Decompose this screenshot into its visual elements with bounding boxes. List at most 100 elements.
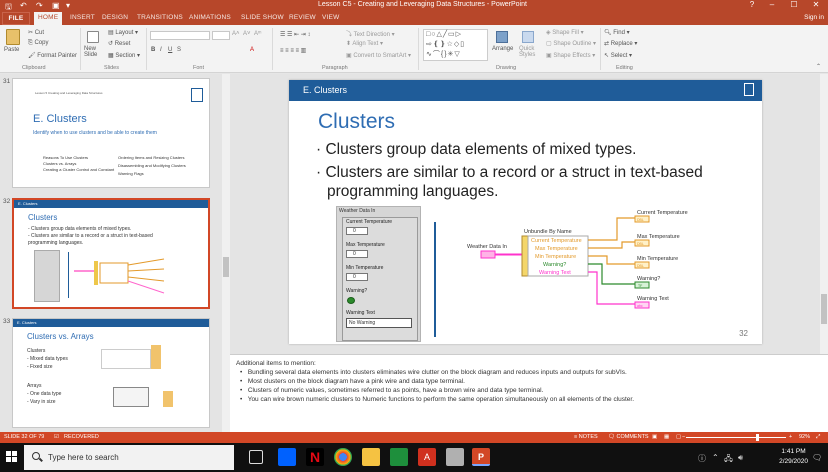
task-view-icon[interactable] — [249, 450, 263, 464]
strikethrough-button[interactable]: S — [177, 47, 181, 53]
grow-font-button[interactable]: A˄ — [232, 31, 240, 37]
arrange-button[interactable]: Arrange — [492, 46, 513, 52]
sign-in-link[interactable]: Sign in — [804, 14, 824, 21]
view-sorter-icon[interactable]: ▦ — [664, 434, 669, 440]
help-tray-icon[interactable]: ⓘ — [698, 453, 706, 464]
tab-design[interactable]: DESIGN — [102, 14, 128, 21]
underline-button[interactable]: U — [168, 47, 172, 53]
acrobat-icon[interactable]: A — [418, 448, 436, 466]
netflix-icon[interactable]: N — [306, 448, 324, 466]
thumbnail-scrollbar[interactable] — [222, 74, 230, 432]
find-button[interactable]: 🔍︎ Find ▾ — [604, 29, 630, 36]
reset-button[interactable]: ↺ Reset — [108, 40, 130, 47]
scrollbar-thumb[interactable] — [821, 294, 827, 324]
zoom-in-icon[interactable]: + — [789, 434, 792, 440]
notifications-icon[interactable]: 🗨︎ — [812, 453, 822, 462]
slide-bullet[interactable]: · Clusters group data elements of mixed … — [316, 140, 736, 159]
shape-effects-button[interactable]: ▣ Shape Effects ▾ — [546, 52, 595, 59]
bold-button[interactable]: B — [151, 47, 155, 53]
tab-review[interactable]: REVIEW — [289, 14, 316, 21]
slide-scrollbar[interactable] — [820, 74, 828, 354]
notes-button[interactable]: ≡ NOTES — [574, 434, 598, 440]
tab-file[interactable]: FILE — [2, 12, 30, 25]
close-button[interactable]: ✕ — [806, 0, 826, 9]
restore-button[interactable]: ☐ — [784, 0, 804, 9]
quick-styles-icon[interactable] — [522, 31, 534, 43]
format-painter-button[interactable]: 🖌 Format Painter — [28, 52, 77, 59]
font-color-button[interactable]: A — [250, 47, 254, 53]
zoom-slider-thumb[interactable] — [756, 434, 759, 441]
spell-check-icon[interactable]: ☑ — [54, 434, 59, 440]
section-button[interactable]: ▦ Section ▾ — [108, 52, 140, 59]
chrome-icon[interactable] — [334, 448, 352, 466]
taskbar-search-box[interactable]: Type here to search — [24, 445, 234, 470]
cut-button[interactable]: ✂ Cut — [28, 29, 44, 36]
undo-icon[interactable]: ↶ — [20, 1, 27, 10]
start-from-beginning-icon[interactable]: ▣ — [52, 1, 60, 10]
current-slide[interactable]: E. Clusters Clusters · Clusters group da… — [289, 80, 762, 344]
front-panel-image: Weather Data In Current Temperature 0 Ma… — [336, 206, 421, 342]
zoom-slider[interactable] — [686, 434, 786, 441]
layout-button[interactable]: ▤ Layout ▾ — [108, 29, 138, 36]
volume-icon[interactable]: 🔊︎ — [738, 453, 743, 463]
powerpoint-icon[interactable]: P — [472, 448, 490, 466]
show-hidden-icons[interactable]: ⌃ — [712, 453, 719, 462]
scrollbar-thumb[interactable] — [223, 257, 229, 277]
view-normal-icon[interactable]: ▣ — [652, 434, 657, 440]
zoom-level[interactable]: 92% — [799, 434, 810, 440]
convert-smartart-button[interactable]: ▣ Convert to SmartArt ▾ — [346, 52, 411, 59]
comments-button[interactable]: 🗨︎ COMMENTS — [608, 434, 649, 440]
customize-qat-icon[interactable]: ▾ — [66, 1, 70, 10]
minimize-button[interactable]: – — [762, 0, 782, 9]
slide-bullet[interactable]: · Clusters are similar to a record or a … — [316, 163, 736, 201]
bullets-icon[interactable]: ☰ ☰ ⇤ ⇥ ↕ — [280, 31, 310, 38]
network-icon[interactable]: 🖧︎ — [724, 453, 733, 467]
shape-outline-button[interactable]: ▢ Shape Outline ▾ — [546, 40, 596, 47]
paste-icon[interactable] — [6, 29, 20, 45]
shapes-gallery[interactable]: □○△╱▭▷ ⇨❴❵☆◇▯ ∿⌒{}✳▽ — [423, 29, 488, 61]
quick-styles-button[interactable]: Quick Styles — [519, 46, 541, 58]
arrange-icon[interactable] — [496, 31, 508, 43]
tab-animations[interactable]: ANIMATIONS — [189, 14, 231, 21]
new-slide-icon[interactable] — [87, 31, 99, 43]
clear-format-button[interactable]: Aᵐ — [254, 31, 261, 37]
windows-start-icon[interactable] — [6, 451, 18, 463]
shape-fill-button[interactable]: ◈ Shape Fill ▾ — [546, 29, 584, 36]
select-button[interactable]: ↖ Select ▾ — [604, 52, 632, 59]
thumb-subtitle: Identify when to use clusters and be abl… — [33, 130, 157, 136]
shrink-font-button[interactable]: A˅ — [243, 31, 251, 37]
notes-pane[interactable]: Additional items to mention: • Bundling … — [230, 354, 828, 432]
copy-button[interactable]: ⎘ Copy — [28, 40, 48, 47]
align-icons[interactable]: ≡ ≡ ≡ ≡ ▥ — [280, 47, 306, 54]
text-direction-button[interactable]: ⤵ Text Direction ▾ — [346, 29, 395, 38]
replace-button[interactable]: ⇄ Replace ▾ — [604, 40, 637, 47]
redo-icon[interactable]: ↷ — [36, 1, 43, 10]
help-button[interactable]: ? — [742, 0, 762, 9]
app-icon[interactable] — [446, 448, 464, 466]
slide-thumbnail-31[interactable]: Lesson 5 Creating and Leveraging Data St… — [12, 78, 210, 188]
slide-counter: SLIDE 32 OF 79 — [4, 434, 45, 440]
app-icon[interactable] — [390, 448, 408, 466]
fit-slide-icon[interactable]: ⤢ — [816, 434, 820, 441]
tab-insert[interactable]: INSERT — [70, 14, 95, 21]
tab-transitions[interactable]: TRANSITIONS — [137, 14, 183, 21]
font-size-box[interactable] — [212, 31, 230, 40]
zoom-out-icon[interactable]: − — [682, 434, 685, 440]
paste-button[interactable]: Paste — [4, 47, 19, 53]
tab-slide-show[interactable]: SLIDE SHOW — [241, 14, 284, 21]
file-explorer-icon[interactable] — [362, 448, 380, 466]
divider — [272, 28, 273, 70]
tab-home[interactable]: HOME — [34, 12, 63, 25]
slide-thumbnail-33[interactable]: E. Clusters Clusters vs. Arrays Clusters… — [12, 318, 210, 428]
align-text-button[interactable]: ⬍ Align Text ▾ — [346, 40, 383, 47]
system-clock[interactable]: 1:41 PM 2/29/2020 — [779, 447, 808, 467]
italic-button[interactable]: I — [160, 47, 162, 53]
view-reading-icon[interactable]: ▢ — [676, 434, 681, 440]
new-slide-button[interactable]: New Slide — [84, 46, 106, 58]
tab-view[interactable]: VIEW — [322, 14, 339, 21]
dropbox-icon[interactable] — [278, 448, 296, 466]
slide-thumbnail-32[interactable]: E. Clusters Clusters - Clusters group da… — [12, 198, 210, 309]
collapse-ribbon-icon[interactable]: ⌃ — [816, 63, 821, 70]
font-name-box[interactable] — [150, 31, 210, 40]
slide-title[interactable]: Clusters — [318, 110, 395, 134]
